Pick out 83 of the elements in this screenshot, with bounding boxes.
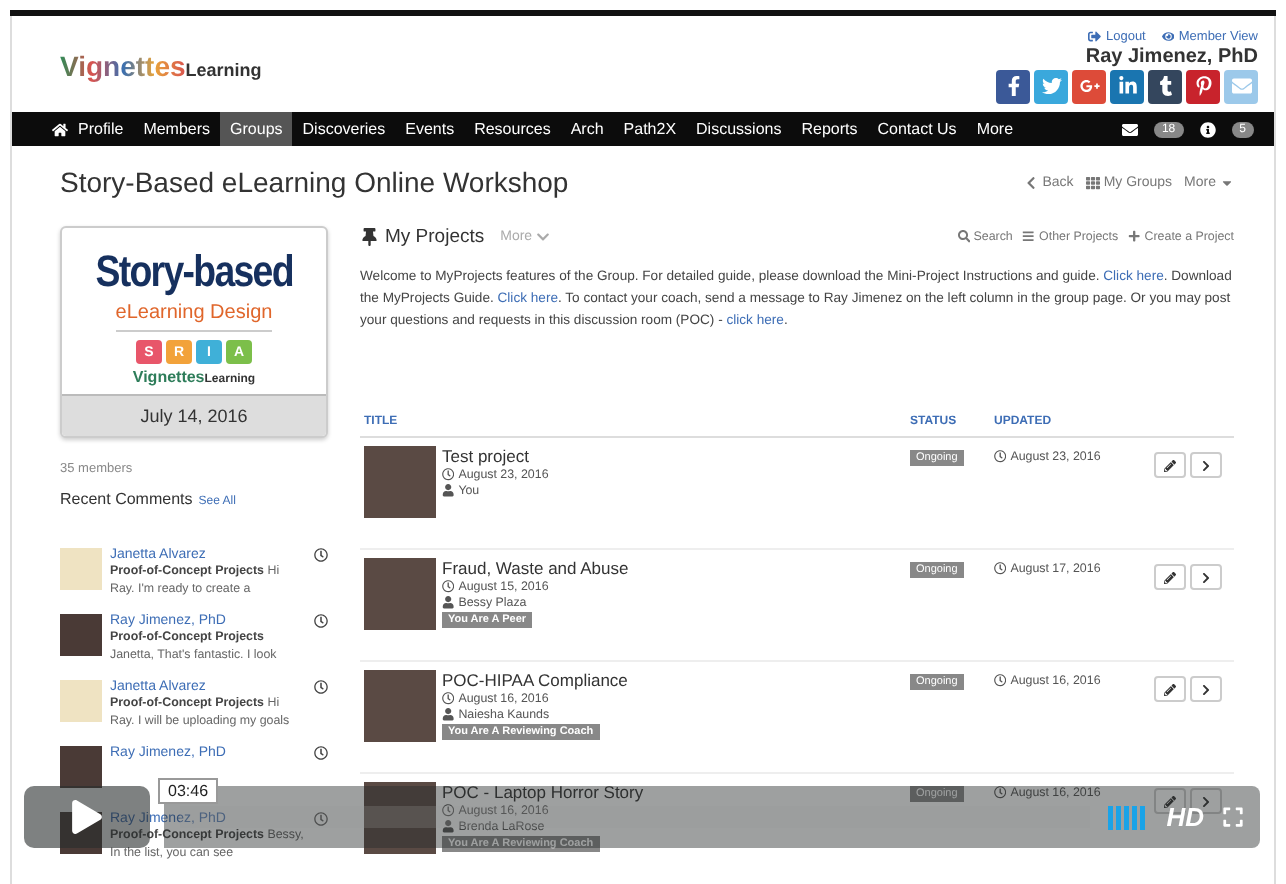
chevron-left-icon xyxy=(1024,175,1039,189)
chevron-right-icon xyxy=(1200,571,1212,583)
pin-icon xyxy=(360,227,379,247)
photo-placeholder xyxy=(60,746,102,788)
user-icon xyxy=(442,484,455,498)
user-name: Ray Jimenez, PhD xyxy=(1085,45,1258,67)
list-icon xyxy=(1022,230,1036,244)
photo-placeholder xyxy=(364,446,436,518)
avatar-image xyxy=(60,548,102,590)
clock-icon xyxy=(314,680,328,694)
play-icon xyxy=(70,800,104,834)
nav-item[interactable]: Discussions xyxy=(686,112,792,146)
photo-placeholder xyxy=(364,670,436,742)
clock-icon xyxy=(442,468,455,482)
nav-item[interactable]: Contact Us xyxy=(867,112,967,146)
banner-date: July 14, 2016 xyxy=(62,394,326,436)
photo-placeholder xyxy=(60,614,102,656)
edit-button[interactable] xyxy=(1154,564,1186,590)
nav-item[interactable]: Members xyxy=(133,112,221,146)
open-button[interactable] xyxy=(1190,564,1222,590)
user-icon xyxy=(442,708,455,722)
user-icon xyxy=(442,820,455,834)
pencil-icon xyxy=(1164,459,1176,471)
pencil-icon xyxy=(1164,683,1176,695)
nav-item[interactable]: Events xyxy=(395,112,465,146)
clock-icon xyxy=(994,562,1007,576)
time-tooltip: 03:46 xyxy=(158,778,219,804)
open-button[interactable] xyxy=(1190,676,1222,702)
nav-item[interactable]: More xyxy=(966,112,1024,146)
photo-placeholder xyxy=(364,782,436,854)
photo-placeholder xyxy=(364,558,436,630)
clock-icon xyxy=(314,614,328,628)
pinterest-icon[interactable] xyxy=(1186,69,1220,103)
banner-subhead: eLearning Design xyxy=(115,298,273,332)
project-title[interactable]: Fraud, Waste and Abuse xyxy=(442,558,629,578)
nav-item[interactable]: Profile xyxy=(68,112,134,146)
section-title: Recent Comments xyxy=(60,490,193,508)
plus-icon xyxy=(1128,230,1141,244)
chevron-right-icon xyxy=(1200,795,1212,807)
edit-button[interactable] xyxy=(1154,452,1186,478)
pencil-icon xyxy=(1164,571,1176,583)
project-title[interactable]: POC-HIPAA Compliance xyxy=(442,670,628,690)
nav-item[interactable]: Discoveries xyxy=(292,112,396,146)
chevron-right-icon xyxy=(1200,683,1212,695)
search-icon xyxy=(957,230,970,244)
clock-icon xyxy=(994,786,1007,800)
clock-icon xyxy=(314,548,328,562)
info-icon[interactable] xyxy=(1199,121,1216,137)
clock-icon xyxy=(994,674,1007,688)
nav-item[interactable]: Groups xyxy=(220,112,293,146)
user-icon xyxy=(442,596,455,610)
open-button[interactable] xyxy=(1190,452,1222,478)
google-plus-icon[interactable] xyxy=(1072,69,1106,103)
nav-item[interactable]: Path2X xyxy=(613,112,687,146)
clock-icon xyxy=(314,746,328,760)
clock-icon xyxy=(442,804,455,818)
pencil-icon xyxy=(1164,795,1176,807)
clock-icon xyxy=(442,692,455,706)
home-icon[interactable] xyxy=(52,121,68,137)
tumblr-icon[interactable] xyxy=(1148,69,1182,103)
avatar-image xyxy=(60,680,102,722)
page-title: Story-Based eLearning Online Workshop xyxy=(60,166,569,198)
clock-icon xyxy=(442,580,455,594)
project-title[interactable]: POC - Laptop Horror Story xyxy=(442,782,644,802)
fullscreen-icon[interactable] xyxy=(1222,806,1244,828)
grid-icon xyxy=(1085,175,1100,189)
eye-icon xyxy=(1161,29,1175,43)
nav-item[interactable]: Resources xyxy=(464,112,561,146)
mail-icon[interactable] xyxy=(1121,121,1138,137)
project-title[interactable]: Test project xyxy=(442,446,529,466)
chevron-down-icon xyxy=(536,230,551,244)
caret-icon xyxy=(1220,175,1234,189)
linkedin-icon[interactable] xyxy=(1110,69,1144,103)
clock-icon xyxy=(314,812,328,826)
clock-icon xyxy=(994,450,1007,464)
chevron-right-icon xyxy=(1200,459,1212,471)
nav-item[interactable]: Arch xyxy=(560,112,614,146)
nav-item[interactable]: Reports xyxy=(791,112,868,146)
banner-headline: Story-based xyxy=(95,246,293,298)
section-title: My Projects xyxy=(360,226,485,248)
facebook-icon[interactable] xyxy=(996,69,1030,103)
sign-out-icon xyxy=(1088,29,1102,43)
edit-button[interactable] xyxy=(1154,676,1186,702)
